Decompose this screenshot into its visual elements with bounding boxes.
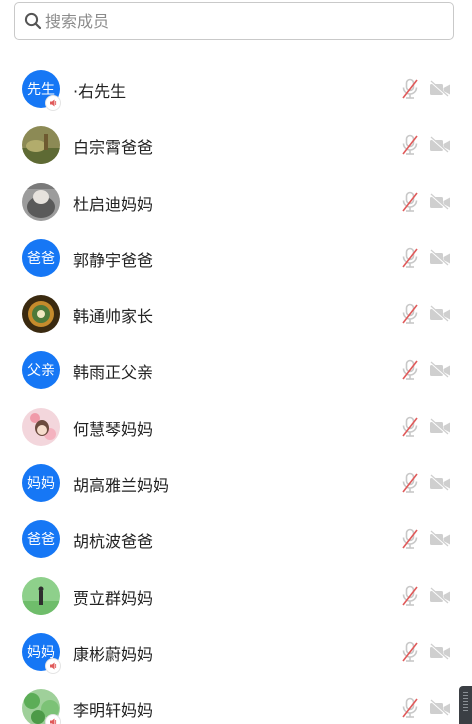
member-name: 白宗霄爸爸 — [73, 138, 154, 158]
mic-muted-icon[interactable] — [400, 416, 420, 438]
member-row[interactable]: 白宗霄爸爸 — [0, 117, 472, 173]
member-name: ·右先生 — [73, 82, 127, 101]
camera-off-icon[interactable] — [428, 587, 452, 605]
avatar — [22, 126, 60, 165]
member-name: 韩雨正父亲 — [73, 363, 154, 383]
search-box[interactable] — [14, 2, 454, 40]
member-name: 李明轩妈妈 — [73, 701, 154, 721]
search-icon — [24, 12, 42, 30]
avatar: 父亲 — [22, 351, 60, 390]
member-row[interactable]: 爸爸 胡杭波爸爸 — [0, 511, 472, 567]
camera-off-icon[interactable] — [428, 643, 452, 661]
member-row[interactable]: 先生 ·右先生 — [0, 61, 472, 117]
speaker-icon — [46, 96, 60, 110]
mic-muted-icon[interactable] — [400, 303, 420, 325]
camera-off-icon[interactable] — [428, 474, 452, 492]
speaker-icon — [46, 715, 60, 724]
avatar: 妈妈 — [22, 464, 60, 503]
member-row[interactable]: 妈妈 康彬蔚妈妈 — [0, 624, 472, 680]
member-row[interactable]: 何慧琴妈妈 — [0, 399, 472, 455]
camera-off-icon[interactable] — [428, 361, 452, 380]
member-name: 康彬蔚妈妈 — [73, 644, 154, 664]
mic-muted-icon[interactable] — [400, 78, 420, 100]
member-row[interactable]: 杜启迪妈妈 — [0, 174, 472, 230]
member-row[interactable]: 父亲 韩雨正父亲 — [0, 342, 472, 398]
avatar — [22, 295, 60, 334]
member-row[interactable]: 贾立群妈妈 — [0, 568, 472, 624]
member-row[interactable]: 李明轩妈妈 — [0, 680, 472, 724]
camera-off-icon[interactable] — [428, 80, 452, 98]
member-name: 韩通帅家长 — [73, 307, 154, 327]
member-list: 先生 ·右先生 白宗霄爸爸 杜启迪妈妈 爸爸 郭静宇爸爸 韩通帅家长 父亲 韩雨正父亲 何慧琴妈妈… — [0, 61, 472, 724]
avatar: 爸爸 — [22, 238, 60, 277]
avatar — [22, 182, 60, 221]
search-input[interactable] — [45, 3, 445, 39]
camera-off-icon[interactable] — [428, 136, 452, 154]
avatar: 爸爸 — [22, 520, 60, 559]
camera-off-icon[interactable] — [428, 249, 452, 267]
search-bar — [0, 0, 472, 52]
member-list-page: 先生·右先生白宗霄爸爸杜启迪妈妈爸爸郭静宇爸爸韩通帅家长父亲韩雨正父亲何慧琴妈妈… — [0, 0, 472, 724]
mic-muted-icon[interactable] — [400, 641, 420, 663]
member-name: 何慧琴妈妈 — [73, 419, 154, 439]
camera-off-icon[interactable] — [428, 530, 452, 548]
mic-muted-icon[interactable] — [400, 585, 420, 607]
member-name: 胡杭波爸爸 — [73, 532, 154, 552]
speaker-icon — [46, 658, 60, 673]
scroll-handle[interactable] — [459, 686, 472, 724]
mic-muted-icon[interactable] — [400, 134, 420, 156]
camera-off-icon[interactable] — [428, 699, 452, 717]
mic-muted-icon[interactable] — [400, 191, 420, 213]
member-row[interactable]: 爸爸 郭静宇爸爸 — [0, 230, 472, 286]
member-name: 胡高雅兰妈妈 — [73, 476, 170, 496]
member-name: 郭静宇爸爸 — [73, 250, 154, 270]
avatar — [22, 576, 60, 615]
member-name: 贾立群妈妈 — [73, 588, 154, 608]
mic-muted-icon[interactable] — [400, 247, 420, 269]
member-row[interactable]: 韩通帅家长 — [0, 286, 472, 342]
avatar — [22, 407, 60, 446]
camera-off-icon[interactable] — [428, 193, 452, 211]
camera-off-icon[interactable] — [428, 305, 452, 323]
member-name: 杜启迪妈妈 — [73, 194, 154, 214]
member-row[interactable]: 妈妈 胡高雅兰妈妈 — [0, 455, 472, 511]
camera-off-icon[interactable] — [428, 418, 452, 436]
mic-muted-icon[interactable] — [400, 528, 420, 550]
mic-muted-icon[interactable] — [400, 472, 420, 494]
mic-muted-icon[interactable] — [400, 359, 420, 381]
mic-muted-icon[interactable] — [400, 697, 420, 719]
